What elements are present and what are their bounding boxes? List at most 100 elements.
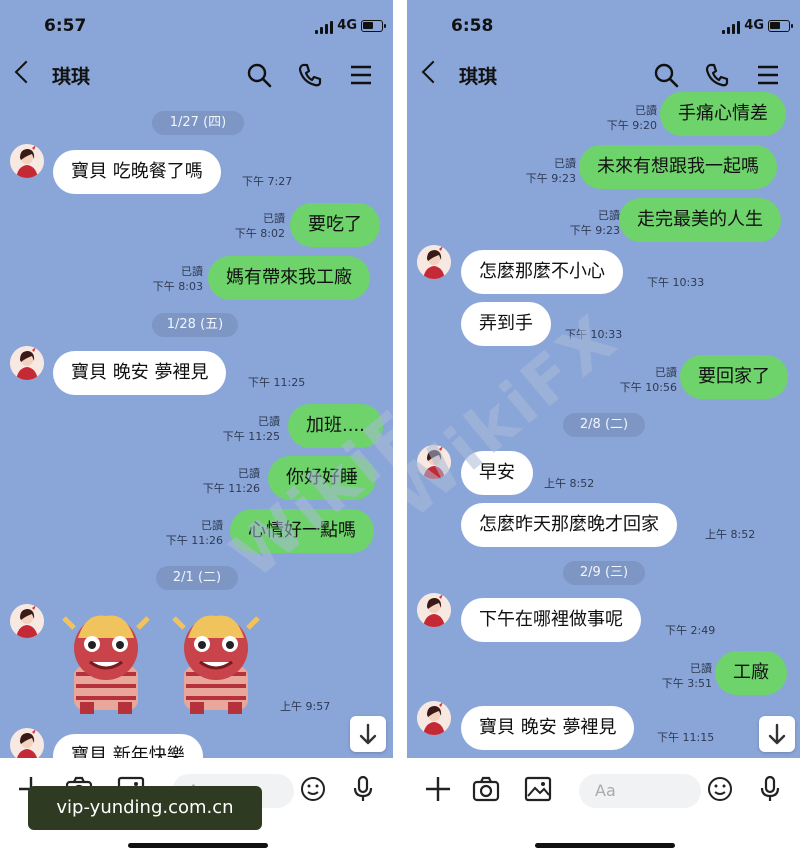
microphone-icon[interactable]: [348, 774, 378, 804]
screenshot-divider: [393, 0, 407, 859]
status-time: 6:58: [451, 16, 494, 36]
avatar[interactable]: [417, 445, 451, 479]
message-time: 下午 8:03: [152, 280, 203, 293]
message-bubble-out[interactable]: 加班....: [288, 404, 383, 448]
emoji-icon[interactable]: [298, 774, 328, 804]
message-bubble-out[interactable]: 工廠: [715, 651, 787, 695]
message-time: 下午 11:26: [202, 482, 260, 495]
message-time: 下午 9:23: [525, 172, 576, 185]
home-indicator: [535, 843, 675, 848]
message-bubble-in[interactable]: 寶貝 晚安 夢裡見: [461, 706, 635, 750]
status-bar: 6:57 4G: [0, 14, 393, 40]
emoji-icon[interactable]: [705, 774, 735, 804]
read-receipt: 已讀: [598, 209, 620, 222]
input-bar: Aa: [407, 758, 800, 859]
message-time: 下午 11:26: [165, 534, 223, 547]
message-bubble-out[interactable]: 心情好一點嗎: [230, 509, 374, 553]
message-time: 下午 11:25: [248, 376, 306, 389]
message-time: 下午 10:33: [565, 328, 623, 341]
message-time: 下午 10:33: [647, 276, 705, 289]
message-bubble-out[interactable]: 走完最美的人生: [619, 198, 781, 242]
read-receipt: 已讀: [238, 467, 260, 480]
chat-header: 琪琪: [407, 56, 800, 96]
message-time: 下午 8:02: [234, 227, 285, 240]
battery-icon: [361, 20, 386, 32]
date-separator: 2/1 (二): [156, 566, 238, 590]
message-bubble-out[interactable]: 媽有帶來我工廠: [208, 256, 370, 300]
message-time: 上午 8:52: [544, 477, 595, 490]
message-bubble-out[interactable]: 手痛心情差: [660, 92, 786, 136]
plus-icon[interactable]: [423, 774, 453, 804]
message-time: 上午 8:52: [705, 528, 756, 541]
avatar[interactable]: [10, 604, 44, 638]
back-icon[interactable]: [421, 60, 445, 84]
message-time: 下午 10:56: [619, 381, 677, 394]
message-bubble-in[interactable]: 怎麼昨天那麼晚才回家: [461, 503, 677, 547]
message-time: 下午 11:25: [222, 430, 280, 443]
message-bubble-in[interactable]: 寶貝 吃晚餐了嗎: [53, 150, 221, 194]
avatar[interactable]: [417, 245, 451, 279]
signal-icon: [315, 21, 335, 34]
read-receipt: 已讀: [554, 157, 576, 170]
avatar[interactable]: [10, 144, 44, 178]
chat-screen-right: 6:58 4G 琪琪 已讀 下午 9:20 手痛心情差 已讀 下午 9:23 未…: [407, 0, 800, 859]
camera-icon[interactable]: [471, 774, 501, 804]
read-receipt: 已讀: [655, 366, 677, 379]
read-receipt: 已讀: [181, 265, 203, 278]
avatar[interactable]: [10, 728, 44, 762]
read-receipt: 已讀: [263, 212, 285, 225]
message-time: 下午 7:27: [242, 175, 293, 188]
home-indicator: [128, 843, 268, 848]
read-receipt: 已讀: [201, 519, 223, 532]
avatar[interactable]: [417, 593, 451, 627]
network-label: 4G: [337, 18, 357, 33]
network-label: 4G: [744, 18, 764, 33]
status-time: 6:57: [44, 16, 87, 36]
avatar[interactable]: [417, 701, 451, 735]
message-bubble-in[interactable]: 弄到手: [461, 302, 551, 346]
message-time: 下午 9:23: [569, 224, 620, 237]
image-icon[interactable]: [523, 774, 553, 804]
message-input[interactable]: Aa: [579, 774, 701, 808]
date-separator: 2/9 (三): [563, 561, 645, 585]
message-time: 上午 9:57: [280, 700, 331, 713]
read-receipt: 已讀: [635, 104, 657, 117]
scroll-down-button[interactable]: [759, 716, 795, 752]
message-time: 下午 11:15: [657, 731, 715, 744]
scroll-down-button[interactable]: [350, 716, 386, 752]
date-separator: 1/27 (四): [152, 111, 244, 135]
status-bar: 6:58 4G: [407, 14, 800, 40]
message-bubble-in[interactable]: 早安: [461, 451, 533, 495]
message-bubble-in[interactable]: 怎麼那麼不小心: [461, 250, 623, 294]
message-bubble-out[interactable]: 你好好睡: [268, 456, 376, 500]
date-separator: 1/28 (五): [152, 313, 238, 337]
chat-header: 琪琪: [0, 56, 393, 96]
search-icon[interactable]: [246, 62, 272, 88]
microphone-icon[interactable]: [755, 774, 785, 804]
phone-icon[interactable]: [704, 62, 730, 88]
lion-dance-sticker[interactable]: [166, 608, 266, 718]
message-bubble-out[interactable]: 要吃了: [290, 203, 380, 247]
phone-icon[interactable]: [297, 62, 323, 88]
search-icon[interactable]: [653, 62, 679, 88]
read-receipt: 已讀: [258, 415, 280, 428]
back-icon[interactable]: [14, 60, 38, 84]
menu-icon[interactable]: [755, 62, 781, 88]
chat-title: 琪琪: [52, 66, 91, 88]
message-time: 下午 3:51: [661, 677, 712, 690]
message-bubble-in[interactable]: 寶貝 晚安 夢裡見: [53, 351, 227, 395]
lion-dance-sticker[interactable]: [56, 608, 156, 718]
message-bubble-in[interactable]: 下午在哪裡做事呢: [461, 598, 641, 642]
message-bubble-out[interactable]: 要回家了: [680, 355, 788, 399]
battery-icon: [768, 20, 793, 32]
message-time: 下午 2:49: [665, 624, 716, 637]
date-separator: 2/8 (二): [563, 413, 645, 437]
message-bubble-out[interactable]: 未來有想跟我一起嗎: [579, 145, 777, 189]
source-domain-label: vip-yunding.com.cn: [28, 786, 262, 830]
avatar[interactable]: [10, 346, 44, 380]
signal-icon: [722, 21, 742, 34]
menu-icon[interactable]: [348, 62, 374, 88]
message-time: 下午 9:20: [606, 119, 657, 132]
chat-screen-left: 6:57 4G 琪琪 1/27 (四) 寶貝 吃晚餐了嗎 下午 7:27 已讀 …: [0, 0, 393, 859]
chat-title: 琪琪: [459, 66, 498, 88]
